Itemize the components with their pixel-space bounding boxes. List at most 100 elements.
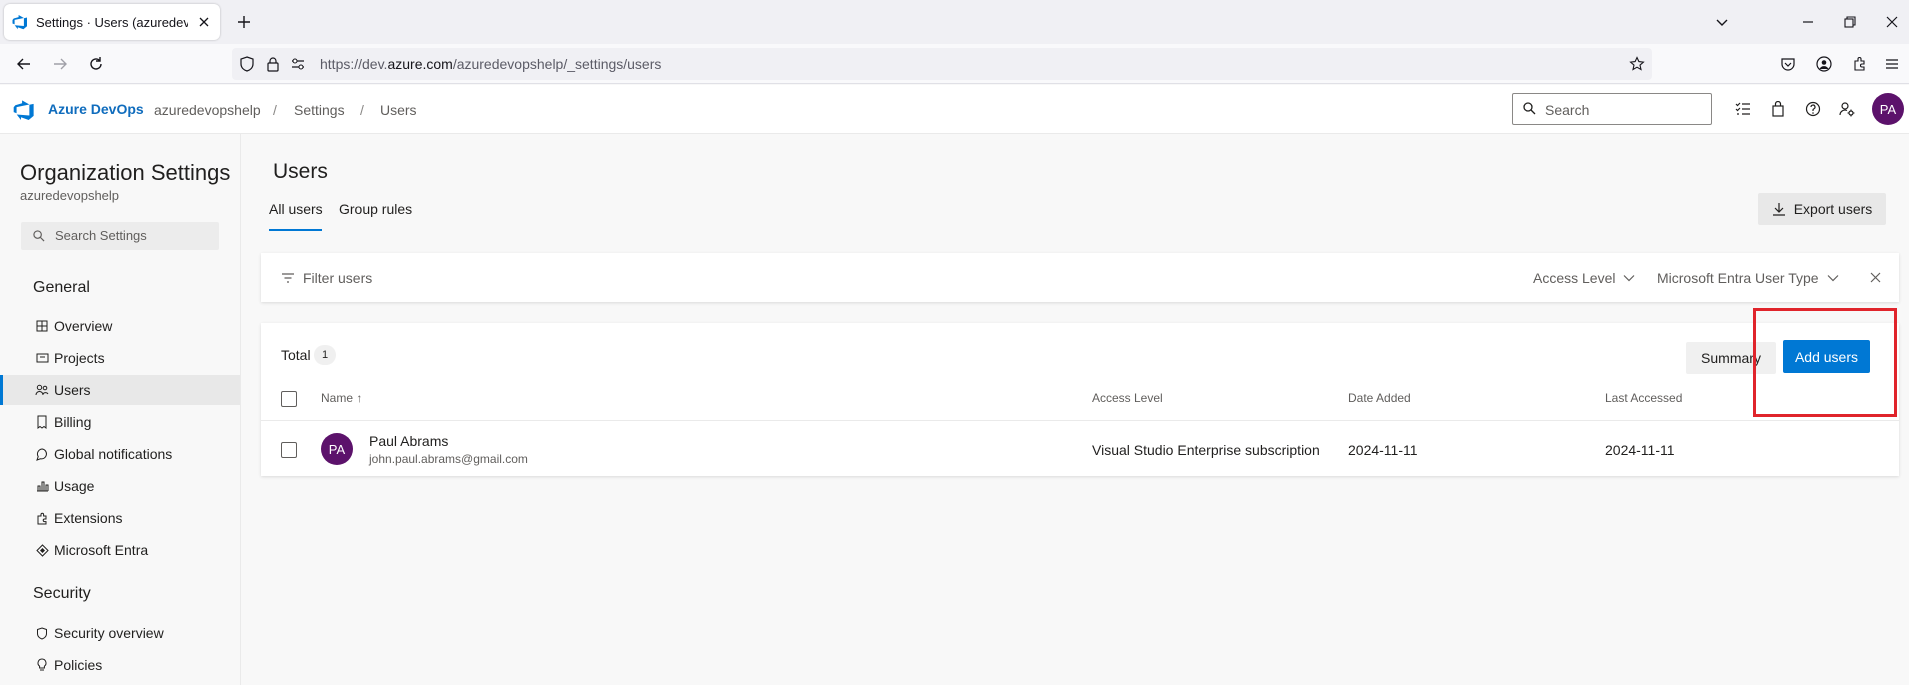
ado-header: Azure DevOps azuredevopshelp / Settings …: [0, 85, 1909, 134]
url-host: azure.com: [387, 56, 453, 72]
tab-all-users[interactable]: All users: [269, 201, 323, 217]
browser-tab[interactable]: Settings · Users (azuredevopshelp): [4, 4, 220, 40]
close-window-icon[interactable]: [1882, 12, 1902, 32]
total-count-badge: 1: [314, 345, 336, 365]
site-permissions-icon[interactable]: [290, 56, 306, 72]
user-access-level[interactable]: Visual Studio Enterprise subscription: [1092, 442, 1320, 458]
user-date-added: 2024-11-11: [1348, 442, 1418, 458]
sidebar-item-extensions[interactable]: Extensions: [0, 503, 240, 533]
breadcrumb-separator: /: [273, 102, 277, 118]
tab-group-rules[interactable]: Group rules: [339, 201, 412, 217]
shield-icon: [35, 626, 49, 640]
export-users-label: Export users: [1793, 201, 1873, 217]
back-icon[interactable]: [14, 54, 34, 74]
overview-icon: [35, 319, 49, 333]
sidebar-item-security-overview[interactable]: Security overview: [0, 618, 240, 648]
sidebar-item-label: Global notifications: [54, 446, 173, 462]
sidebar-item-global-notifications[interactable]: Global notifications: [0, 439, 240, 469]
chevron-down-icon: [1827, 274, 1839, 282]
sidebar-item-label: Usage: [54, 478, 95, 494]
users-icon: [35, 383, 49, 397]
bookmark-star-icon[interactable]: [1629, 56, 1645, 72]
settings-sidebar: Organization Settings azuredevopshelp Se…: [0, 134, 241, 685]
account-icon[interactable]: [1814, 54, 1834, 74]
sidebar-item-label: Overview: [54, 318, 113, 334]
clear-filters-close-icon[interactable]: [1870, 272, 1881, 283]
brand-label[interactable]: Azure DevOps: [48, 101, 144, 117]
users-table-card: Total 1 Summary Add users Name ↑ Access …: [261, 323, 1899, 476]
header-divider: [261, 420, 1899, 421]
sidebar-item-overview[interactable]: Overview: [0, 311, 240, 341]
search-icon: [33, 230, 45, 242]
tracking-shield-icon[interactable]: [239, 56, 255, 72]
sidebar-item-label: Projects: [54, 350, 105, 366]
sidebar-item-microsoft-entra[interactable]: Microsoft Entra: [0, 535, 240, 565]
tab-list-chevron-icon[interactable]: [1712, 12, 1732, 32]
policies-icon: [35, 658, 49, 672]
url-prefix: https://dev.: [320, 56, 388, 72]
work-items-icon[interactable]: [1733, 99, 1753, 119]
azure-devops-favicon: [12, 14, 28, 30]
access-level-filter-label: Access Level: [1533, 270, 1616, 286]
sidebar-item-policies[interactable]: Policies: [0, 650, 240, 680]
column-header-access-level[interactable]: Access Level: [1092, 391, 1163, 405]
entra-icon: [35, 543, 49, 557]
sidebar-item-projects[interactable]: Projects: [0, 343, 240, 373]
row-checkbox[interactable]: [281, 442, 297, 458]
export-users-button[interactable]: Export users: [1758, 193, 1886, 225]
browser-tab-title: Settings · Users (azuredevopshelp): [36, 14, 188, 30]
settings-search-placeholder: Search Settings: [55, 228, 147, 243]
forward-icon[interactable]: [50, 54, 70, 74]
close-tab-icon[interactable]: [196, 14, 212, 30]
select-all-checkbox[interactable]: [281, 391, 297, 407]
column-header-name-label: Name: [321, 391, 354, 405]
breadcrumb-settings[interactable]: Settings: [294, 102, 345, 118]
pocket-icon[interactable]: [1778, 54, 1798, 74]
billing-icon: [35, 415, 49, 429]
chevron-down-icon: [1623, 274, 1635, 282]
entra-user-type-filter-label: Microsoft Entra User Type: [1657, 270, 1819, 286]
filter-icon: [281, 272, 295, 284]
sidebar-item-label: Policies: [54, 657, 103, 673]
user-row-avatar: PA: [321, 433, 353, 465]
sidebar-item-label: Microsoft Entra: [54, 542, 149, 558]
azure-devops-logo-icon[interactable]: [13, 99, 35, 121]
column-header-name[interactable]: Name ↑: [321, 391, 362, 405]
section-security: Security: [33, 585, 91, 602]
sidebar-item-label: Users: [54, 382, 91, 398]
sidebar-item-label: Extensions: [54, 510, 123, 526]
sidebar-item-users[interactable]: Users: [0, 375, 240, 405]
filter-users-input[interactable]: Filter users: [303, 270, 372, 286]
sidebar-item-usage[interactable]: Usage: [0, 471, 240, 501]
total-label: Total: [281, 347, 311, 363]
column-header-last-accessed[interactable]: Last Accessed: [1605, 391, 1682, 405]
help-icon[interactable]: [1803, 99, 1823, 119]
extensions-icon: [35, 511, 49, 525]
sidebar-item-billing[interactable]: Billing: [0, 407, 240, 437]
section-general: General: [33, 279, 90, 296]
user-last-accessed: 2024-11-11: [1605, 442, 1675, 458]
new-tab-icon[interactable]: [234, 12, 254, 32]
lock-icon[interactable]: [265, 56, 281, 72]
filter-bar: Filter users Access Level Microsoft Entr…: [261, 253, 1899, 302]
minimize-icon[interactable]: [1798, 12, 1818, 32]
entra-user-type-filter-dropdown[interactable]: Microsoft Entra User Type: [1657, 270, 1839, 286]
sort-ascending-icon: ↑: [356, 391, 363, 405]
marketplace-bag-icon[interactable]: [1768, 99, 1788, 119]
settings-search-input[interactable]: Search Settings: [21, 222, 219, 250]
user-email: john.paul.abrams@gmail.com: [369, 452, 528, 466]
restore-icon[interactable]: [1840, 12, 1860, 32]
extensions-puzzle-icon[interactable]: [1850, 54, 1870, 74]
reload-icon[interactable]: [86, 54, 106, 74]
user-settings-icon[interactable]: [1837, 99, 1857, 119]
breadcrumb-organization[interactable]: azuredevopshelp: [154, 102, 261, 118]
tab-selected-indicator: [269, 229, 322, 231]
user-avatar[interactable]: PA: [1872, 93, 1904, 125]
breadcrumb-users[interactable]: Users: [380, 102, 417, 118]
access-level-filter-dropdown[interactable]: Access Level: [1533, 270, 1635, 286]
app-menu-icon[interactable]: [1882, 54, 1902, 74]
user-name[interactable]: Paul Abrams: [369, 433, 448, 449]
column-header-date-added[interactable]: Date Added: [1348, 391, 1411, 405]
url-bar[interactable]: https://dev.azure.com/azuredevopshelp/_s…: [232, 48, 1652, 80]
header-search-input[interactable]: Search: [1512, 93, 1712, 125]
